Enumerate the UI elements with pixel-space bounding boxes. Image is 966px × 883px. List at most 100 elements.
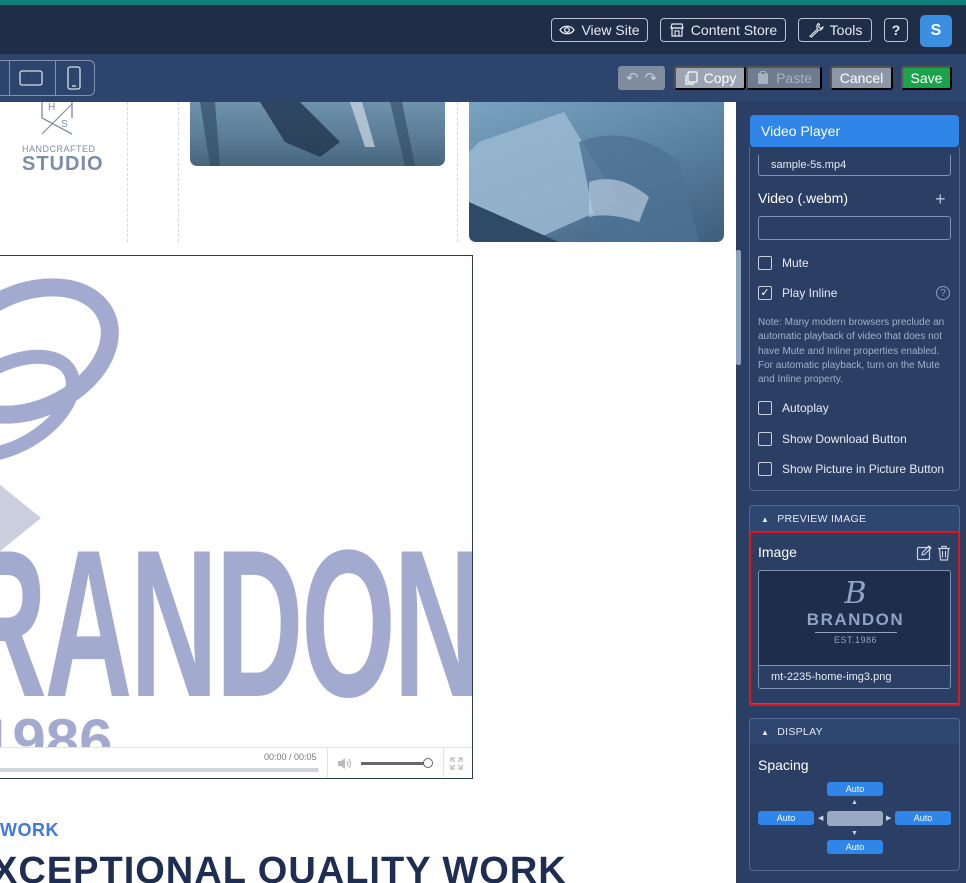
copy-button[interactable]: Copy [674,66,746,90]
column-guide [127,102,128,242]
help-button[interactable]: ? [884,18,908,42]
image-thumbnail[interactable]: B BRANDON EST.1986 [758,570,951,665]
autoplay-label: Autoplay [782,401,829,415]
mute-label: Mute [782,256,809,270]
trash-icon[interactable] [936,545,952,561]
brandon-logo: B BRANDON EST.1986 [759,576,952,646]
cancel-button[interactable]: Cancel [830,66,893,90]
undo-icon[interactable]: ↶ [626,69,639,87]
tablet-landscape-icon[interactable] [19,70,43,86]
video-progress-bar[interactable] [0,768,319,772]
mute-option[interactable]: Mute [758,255,809,271]
monogram-s: S [61,119,68,130]
wrench-icon [808,22,824,38]
download-option[interactable]: Show Download Button [758,431,907,447]
preview-image-section-header[interactable]: ▲ PREVIEW IMAGE [749,505,960,533]
spacing-left-input[interactable]: Auto [758,811,814,825]
preview-image-title: PREVIEW IMAGE [777,513,867,525]
copy-label: Copy [703,70,737,86]
divider [443,748,444,778]
divider [55,61,56,95]
pip-checkbox[interactable] [758,462,772,476]
volume-slider[interactable] [361,762,429,765]
play-inline-label: Play Inline [782,286,838,300]
mute-checkbox[interactable] [758,256,772,270]
content-store-label: Content Store [690,22,778,38]
video-player[interactable]: RANDON 1986 00:00 / 00:05 [0,255,473,779]
paste-button[interactable]: Paste [746,66,822,90]
user-avatar[interactable]: S [920,15,952,47]
tools-label: Tools [829,22,863,38]
arrow-down-icon: ▼ [851,830,858,837]
brand-name: BRANDON [806,610,905,629]
page-canvas: H S HANDCRAFTED STUDIO RANDON 1986 00:00… [0,102,736,883]
divider [9,61,10,95]
download-label: Show Download Button [782,432,907,446]
fullscreen-icon[interactable] [450,757,463,770]
question-circle-icon[interactable]: ? [936,286,950,300]
spacing-label: Spacing [758,757,809,773]
add-webm-icon[interactable]: + [935,190,946,208]
eye-icon [559,25,576,35]
divider [327,748,328,778]
section-heading: XCEPTIONAL QUALITY WORK [0,850,567,883]
video-poster: RANDON 1986 [0,278,472,748]
arrow-left-icon: ◀ [818,815,824,822]
column-guide [457,102,458,242]
video-time: 00:00 / 00:05 [264,752,317,762]
play-inline-checkbox[interactable]: ✓ [758,286,772,300]
brand-est: EST.1986 [833,635,878,645]
edit-icon[interactable] [916,545,932,561]
arrow-up-icon: ▲ [851,799,858,806]
monogram-h: H [48,102,56,113]
spacing-right-input[interactable]: Auto [895,811,951,825]
image-filename: mt-2235-home-img3.png [758,665,951,689]
brand-letter: B [844,576,867,611]
view-site-label: View Site [581,22,640,38]
panel-title: Video Player [750,115,959,147]
image-label: Image [758,544,797,560]
laptop-photo[interactable] [469,102,724,242]
spacing-bottom-input[interactable]: Auto [827,840,883,854]
download-checkbox[interactable] [758,432,772,446]
store-icon [670,23,684,37]
tools-button[interactable]: Tools [798,18,872,42]
pip-label: Show Picture in Picture Button [782,462,945,476]
top-bar: View Site Content Store Tools ? S [0,5,966,54]
arrow-right-icon: ▶ [886,815,892,822]
display-title: DISPLAY [777,726,823,738]
spacing-box-preview [827,811,883,826]
video-controls: 00:00 / 00:05 [0,747,472,778]
column-guide [178,102,179,242]
content-store-button[interactable]: Content Store [660,18,786,42]
autoplay-checkbox[interactable] [758,401,772,415]
view-site-button[interactable]: View Site [551,18,648,42]
mobile-icon[interactable] [67,66,81,90]
poster-wordmark: RANDON [0,506,472,741]
editor-toolbar: ↶ ↷ Copy Paste Cancel Save [0,54,966,102]
collapse-caret-icon: ▲ [761,514,770,524]
redo-icon[interactable]: ↷ [645,69,658,87]
team-photo[interactable] [190,102,445,166]
play-inline-option[interactable]: ✓ Play Inline [758,285,837,301]
section-eyebrow: WORK [0,820,59,840]
webm-label: Video (.webm) [758,190,849,206]
paste-icon [758,71,769,84]
handcrafted-studio-logo: H S HANDCRAFTED STUDIO [22,102,104,175]
webm-url-input[interactable] [758,216,951,240]
volume-slider-handle[interactable] [423,758,433,768]
collapse-caret-icon: ▲ [761,727,770,737]
spacing-top-input[interactable]: Auto [827,782,883,796]
save-button[interactable]: Save [901,66,952,90]
hs-monogram: H S [40,102,74,136]
poster-year: 1986 [0,707,112,748]
pip-option[interactable]: Show Picture in Picture Button [758,461,944,477]
logo-title: STUDIO [22,153,104,175]
display-section-header[interactable]: ▲ DISPLAY [749,718,960,746]
device-switcher [0,60,95,96]
mp4-url-input[interactable]: sample-5s.mp4 [758,155,951,176]
autoplay-option[interactable]: Autoplay [758,400,829,416]
autoplay-note: Note: Many modern browsers preclude an a… [758,317,945,386]
copy-icon [685,71,698,85]
volume-icon[interactable] [337,757,353,770]
